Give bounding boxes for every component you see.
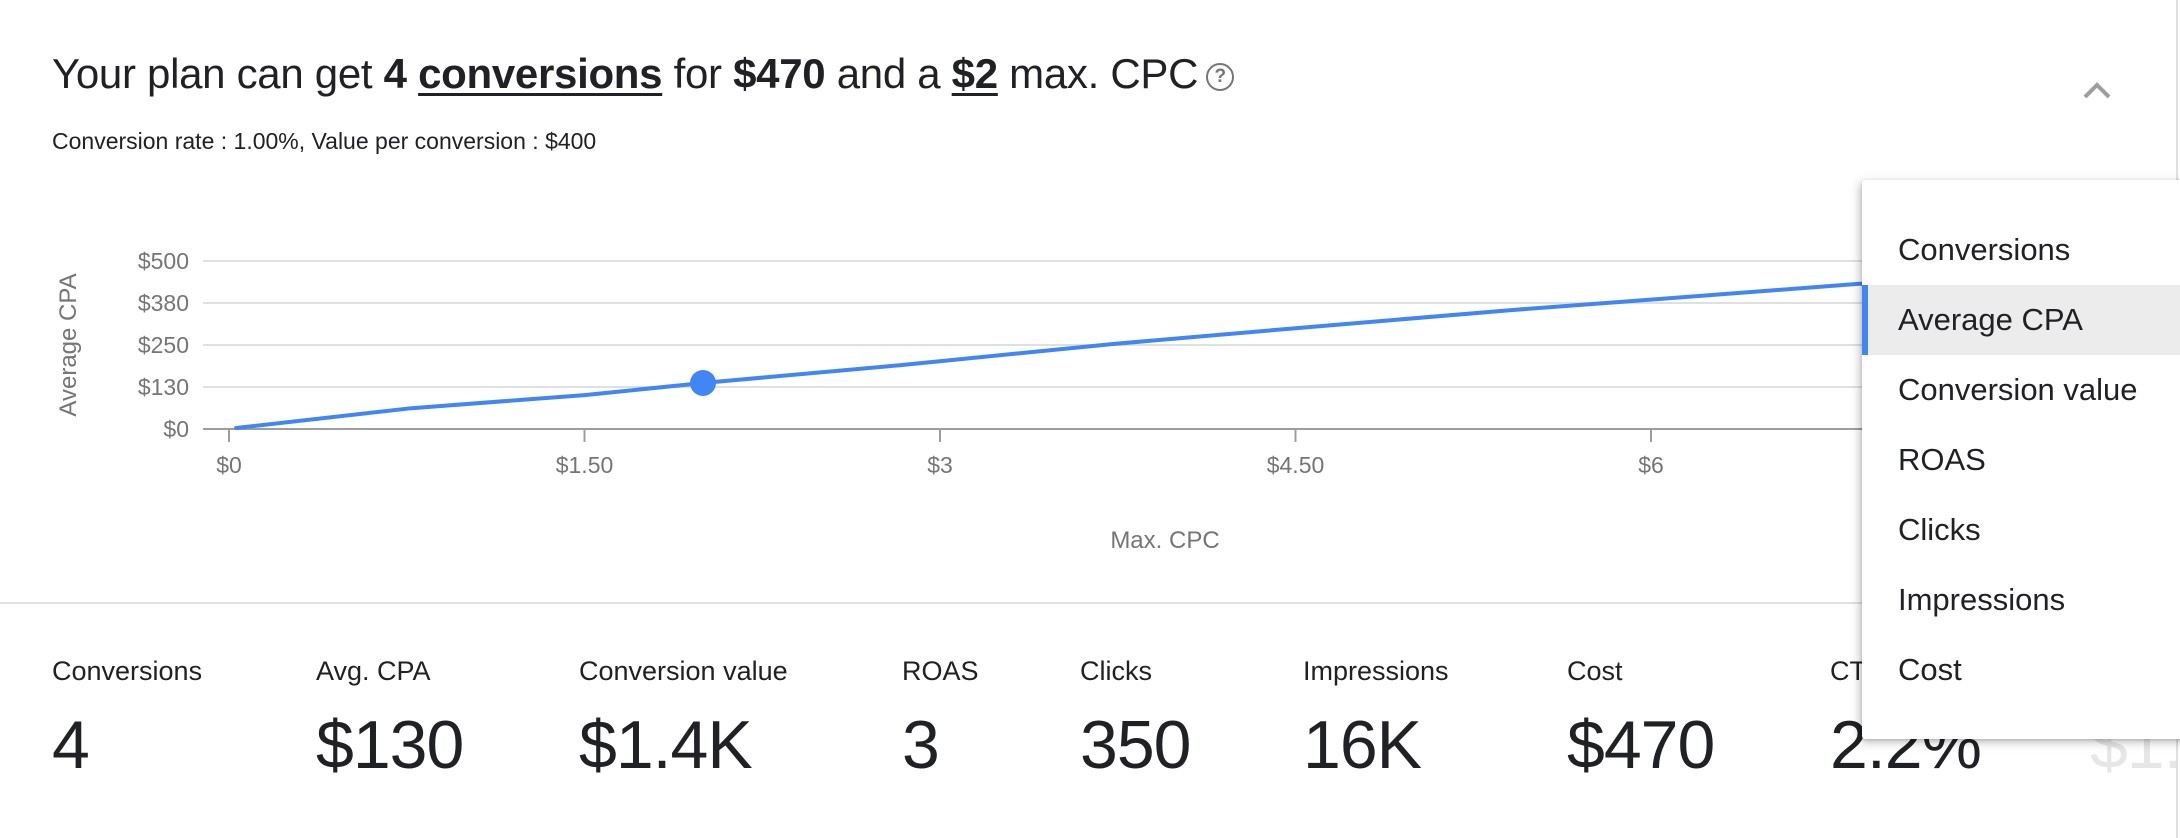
metric-value: $470	[1567, 707, 1715, 783]
metric-value: 16K	[1303, 707, 1422, 783]
metric-value: 4	[52, 707, 90, 783]
headline-suffix: max. CPC	[997, 50, 1199, 97]
metric-label: Conversion value	[579, 656, 788, 686]
metric-value: 350	[1080, 707, 1191, 783]
metric-value: $130	[316, 707, 464, 783]
metric-cost: Cost $470	[1567, 656, 1715, 784]
menu-item-average-cpa[interactable]: Average CPA	[1862, 285, 2180, 355]
y-tick-label: $500	[138, 248, 189, 274]
menu-item-cost[interactable]: Cost	[1862, 635, 2180, 705]
metric-impressions: Impressions 16K	[1303, 656, 1449, 784]
headline-for: for	[662, 50, 734, 97]
grid-lines	[203, 260, 2150, 388]
metric-label: Impressions	[1303, 656, 1449, 686]
metric-label: Cost	[1567, 656, 1623, 686]
menu-item-conversion-value[interactable]: Conversion value	[1862, 355, 2180, 425]
x-tick-label: $0	[216, 452, 242, 478]
current-max-cpc-point[interactable]	[690, 369, 716, 396]
metric-label: Conversions	[52, 656, 203, 686]
x-tick-label: $3	[927, 452, 953, 478]
x-tick-label: $1.50	[556, 452, 614, 478]
max-cpc-link[interactable]: $2	[952, 50, 998, 97]
headline-prefix: Your plan can get	[52, 50, 384, 97]
metric-label: ROAS	[902, 656, 979, 686]
metric-label: Avg. CPA	[316, 656, 431, 686]
metric-value: $1.4K	[579, 707, 753, 783]
collapse-button[interactable]	[2075, 70, 2119, 110]
plan-summary-headline: Your plan can get 4 conversions for $470…	[52, 50, 1235, 98]
chart-metric-menu: Conversions Average CPA Conversion value RO…	[1862, 180, 2180, 739]
metric-conversion-value: Conversion value $1.4K	[579, 656, 788, 784]
metric-conversions: Conversions 4	[52, 656, 202, 784]
metric-label: Clicks	[1080, 656, 1152, 686]
chevron-up-icon	[2083, 82, 2111, 99]
average-cpa-chart: $0 $130 $250 $380 $500 $0 $1.50 $3 $4.50 $6 Aver…	[55, 248, 2150, 554]
y-tick-label: $130	[138, 374, 189, 400]
x-axis-ticks: $0 $1.50 $3 $4.50 $6	[216, 429, 1664, 478]
conversions-count: 4	[383, 50, 407, 97]
metric-avg-cpa: Avg. CPA $130	[316, 656, 464, 784]
help-icon[interactable]: ?	[1206, 63, 1235, 91]
x-tick-label: $4.50	[1267, 452, 1325, 478]
section-divider	[0, 602, 1862, 604]
menu-item-clicks[interactable]: Clicks	[1862, 495, 2180, 565]
headline-and: and a	[825, 50, 952, 97]
plan-cost: $470	[733, 50, 826, 97]
conversions-metric-link[interactable]: conversions	[418, 50, 662, 97]
x-tick-label: $6	[1638, 452, 1664, 478]
y-axis-title: Average CPA	[55, 273, 82, 416]
metric-roas: ROAS 3	[902, 656, 979, 784]
menu-item-conversions[interactable]: Conversions	[1862, 215, 2180, 285]
y-tick-label: $0	[163, 416, 189, 442]
y-tick-label: $250	[138, 332, 189, 358]
menu-item-roas[interactable]: ROAS	[1862, 425, 2180, 495]
menu-item-impressions[interactable]: Impressions	[1862, 565, 2180, 635]
metric-clicks: Clicks 350	[1080, 656, 1191, 784]
conversion-assumptions: Conversion rate : 1.00%, Value per conve…	[52, 128, 597, 154]
y-axis-ticks: $0 $130 $250 $380 $500	[138, 248, 189, 442]
series-line-average-cpa	[234, 280, 2120, 430]
y-tick-label: $380	[138, 290, 189, 316]
menu-list: Conversions Average CPA Conversion value RO…	[1862, 215, 2180, 705]
metric-value: 3	[902, 707, 940, 783]
x-axis-title: Max. CPC	[1110, 527, 1219, 554]
